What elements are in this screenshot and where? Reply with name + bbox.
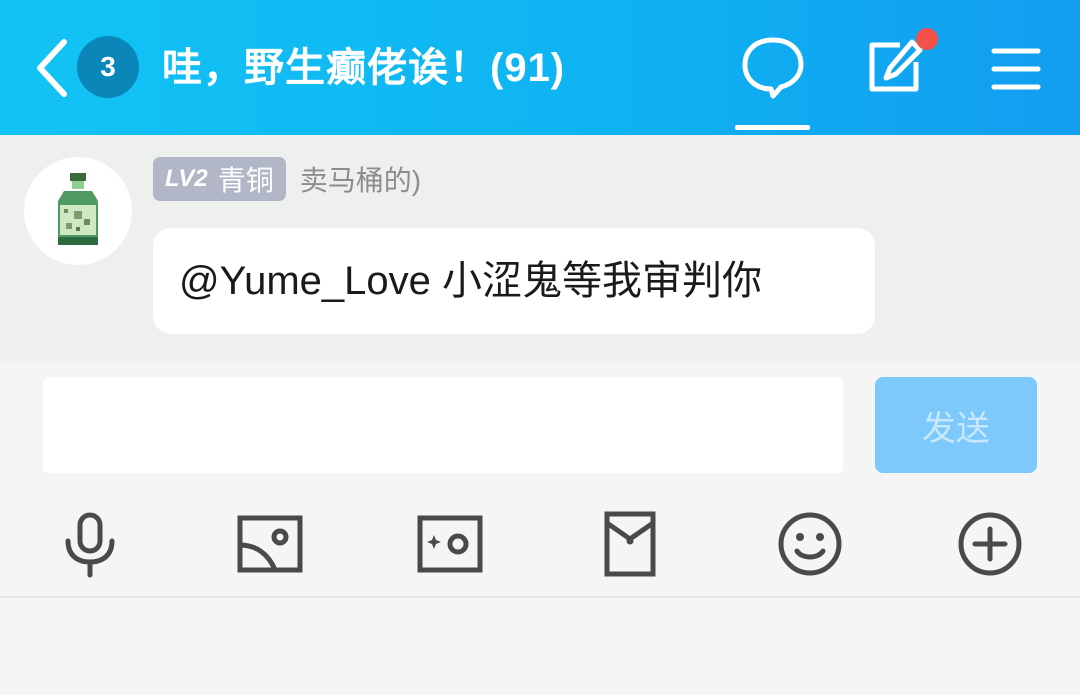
composer: 发送 [0, 361, 1080, 596]
message-list: LV2 青铜 卖马桶的) @Yume_Love 小涩鬼等我审判你 [0, 135, 1080, 361]
image-icon [237, 515, 303, 573]
bottle-avatar-icon [58, 173, 98, 245]
back-button[interactable] [28, 36, 78, 100]
emoji-icon [778, 512, 842, 576]
avatar[interactable] [24, 157, 132, 265]
message-bubble[interactable]: @Yume_Love 小涩鬼等我审判你 [153, 228, 875, 334]
microphone-icon [65, 512, 115, 578]
active-tab-indicator [735, 125, 810, 130]
red-packet-icon [604, 511, 656, 577]
red-packet-button[interactable] [595, 509, 665, 579]
sender-nickname[interactable]: 卖马桶的) [300, 159, 421, 199]
top-bar: 3 哇，野生癫佬诶！(91) [0, 0, 1080, 135]
chat-bubble-icon [742, 37, 804, 99]
send-button[interactable]: 发送 [875, 377, 1037, 473]
level-name: 青铜 [217, 165, 274, 196]
more-button[interactable] [955, 509, 1025, 579]
sender-meta: LV2 青铜 卖马桶的) [153, 157, 421, 201]
camera-button[interactable] [415, 509, 485, 579]
camera-icon [417, 515, 483, 573]
level-badge: LV2 青铜 [153, 157, 286, 201]
bottom-panel [0, 598, 1080, 695]
menu-button[interactable] [980, 34, 1050, 104]
group-title: 哇，野生癫佬诶！(91) [162, 46, 566, 90]
voice-button[interactable] [55, 509, 125, 579]
level-tag: LV2 [165, 165, 208, 192]
chat-tab-button[interactable] [738, 34, 808, 104]
notification-dot [916, 28, 938, 50]
image-button[interactable] [235, 509, 305, 579]
chevron-left-icon [37, 39, 67, 97]
message-input[interactable] [43, 377, 843, 473]
emoji-button[interactable] [775, 509, 845, 579]
unread-badge[interactable]: 3 [77, 36, 139, 98]
plus-icon [958, 512, 1022, 576]
hamburger-menu-icon [991, 48, 1041, 90]
